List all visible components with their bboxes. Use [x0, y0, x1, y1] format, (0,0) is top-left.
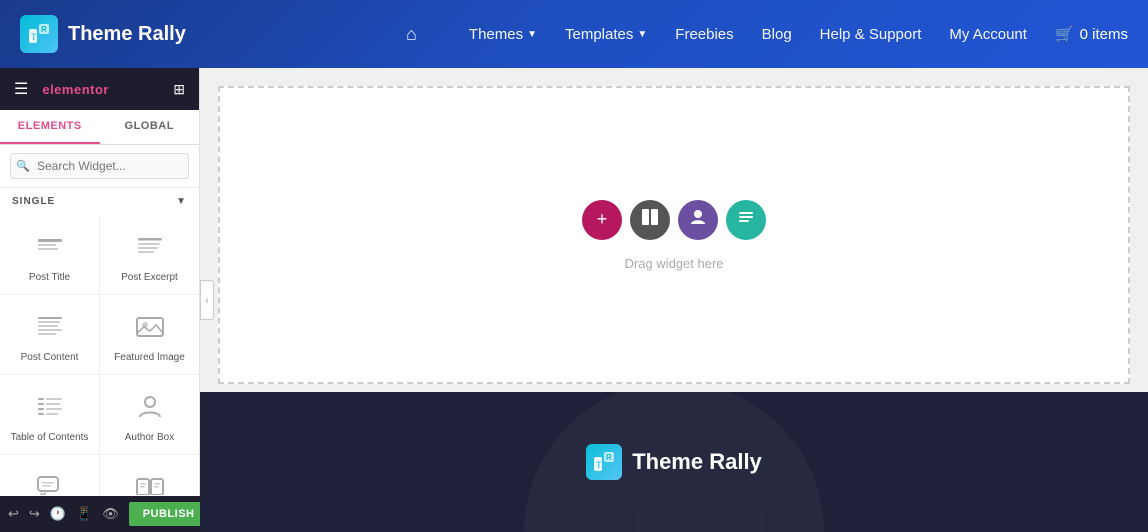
widget-post-content[interactable]: Post Content: [0, 295, 99, 374]
elementor-bar: ☰ elementor ⊞: [0, 68, 199, 110]
author-box-icon: [132, 389, 168, 425]
hamburger-icon[interactable]: ☰: [14, 79, 28, 99]
widget-post-excerpt[interactable]: Post Excerpt: [100, 215, 199, 294]
cart-icon: 🛒: [1055, 25, 1074, 43]
author-box-label: Author Box: [125, 431, 174, 444]
edit-icon: [737, 208, 755, 231]
redo-icon[interactable]: ↪: [29, 506, 40, 522]
widget-table-of-contents[interactable]: Table of Contents: [0, 375, 99, 454]
widget-featured-image[interactable]: Featured Image: [100, 295, 199, 374]
post-title-label: Post Title: [29, 271, 70, 284]
logo-text: Theme Rally: [68, 23, 186, 46]
footer-circle-decoration: [524, 382, 824, 532]
nav-account[interactable]: My Account: [949, 26, 1027, 43]
footer-area: T R Theme Rally: [200, 392, 1148, 532]
responsive-icon[interactable]: 📱: [76, 506, 92, 522]
nav-blog[interactable]: Blog: [762, 26, 792, 43]
svg-text:T: T: [31, 32, 37, 42]
collapse-icon: ‹: [206, 295, 209, 305]
preview-icon[interactable]: 👁: [102, 506, 119, 522]
cart-count: 0 items: [1080, 26, 1128, 43]
plus-icon: +: [597, 209, 608, 230]
add-section-button[interactable]: [630, 200, 670, 240]
nav-support[interactable]: Help & Support: [820, 26, 922, 43]
sidebar-tabs: ELEMENTS GLOBAL: [0, 110, 199, 145]
post-title-icon: [32, 229, 68, 265]
featured-image-icon: [132, 309, 168, 345]
edit-button[interactable]: [726, 200, 766, 240]
tab-elements[interactable]: ELEMENTS: [0, 110, 100, 144]
history-icon[interactable]: 🕐: [50, 506, 66, 522]
canvas-widget-area[interactable]: +: [218, 86, 1130, 384]
widget-post-navigation[interactable]: Post Navigation: [100, 455, 199, 495]
site-logo[interactable]: T R Theme Rally: [20, 15, 186, 53]
toc-icon: [32, 389, 68, 425]
widgets-grid: Post Title Post Excerpt: [0, 215, 199, 495]
publish-button[interactable]: PUBLISH: [129, 502, 209, 526]
logo-icon: T R: [20, 15, 58, 53]
post-content-icon: [32, 309, 68, 345]
add-widget-button[interactable]: +: [582, 200, 622, 240]
widget-author-box[interactable]: Author Box: [100, 375, 199, 454]
search-input[interactable]: [10, 153, 189, 179]
post-excerpt-icon: [132, 229, 168, 265]
featured-image-label: Featured Image: [114, 351, 185, 364]
sidebar-toggle[interactable]: ‹: [200, 280, 214, 320]
top-nav: T R Theme Rally ⌂ Themes ▼ Templates ▼ F…: [0, 0, 1148, 68]
drag-hint: Drag widget here: [625, 256, 724, 271]
post-comments-icon: [32, 469, 68, 495]
widget-search: [0, 145, 199, 188]
add-template-button[interactable]: [678, 200, 718, 240]
canvas-inner: +: [582, 200, 766, 271]
bottom-bar: ↩ ↪ 🕐 📱 👁 PUBLISH ▲: [0, 496, 200, 532]
section-icon: [641, 208, 659, 231]
toc-label: Table of Contents: [11, 431, 89, 444]
sidebar: ☰ elementor ⊞ ELEMENTS GLOBAL SINGLE ▼: [0, 68, 200, 532]
svg-text:R: R: [41, 25, 47, 34]
single-section-header[interactable]: SINGLE ▼: [0, 188, 199, 215]
cart-button[interactable]: 🛒 0 items: [1055, 25, 1128, 43]
chevron-down-icon: ▼: [176, 196, 187, 207]
post-navigation-icon: [132, 469, 168, 495]
undo-icon[interactable]: ↩: [8, 506, 19, 522]
grid-icon[interactable]: ⊞: [173, 81, 185, 98]
post-content-label: Post Content: [21, 351, 79, 364]
post-excerpt-label: Post Excerpt: [121, 271, 178, 284]
nav-freebies[interactable]: Freebies: [675, 26, 733, 43]
template-icon: [689, 208, 707, 231]
nav-templates[interactable]: Templates ▼: [565, 26, 647, 43]
elementor-logo: elementor: [42, 82, 109, 97]
action-buttons: +: [582, 200, 766, 240]
widget-post-comments[interactable]: Post Comments: [0, 455, 99, 495]
widget-post-title[interactable]: Post Title: [0, 215, 99, 294]
tab-global[interactable]: GLOBAL: [100, 110, 200, 144]
nav-links: ⌂ Themes ▼ Templates ▼ Freebies Blog Hel…: [406, 24, 1128, 45]
canvas-area: +: [200, 68, 1148, 532]
main-area: ☰ elementor ⊞ ELEMENTS GLOBAL SINGLE ▼: [0, 68, 1148, 532]
home-icon[interactable]: ⌂: [406, 24, 417, 45]
nav-themes[interactable]: Themes ▼: [469, 26, 537, 43]
